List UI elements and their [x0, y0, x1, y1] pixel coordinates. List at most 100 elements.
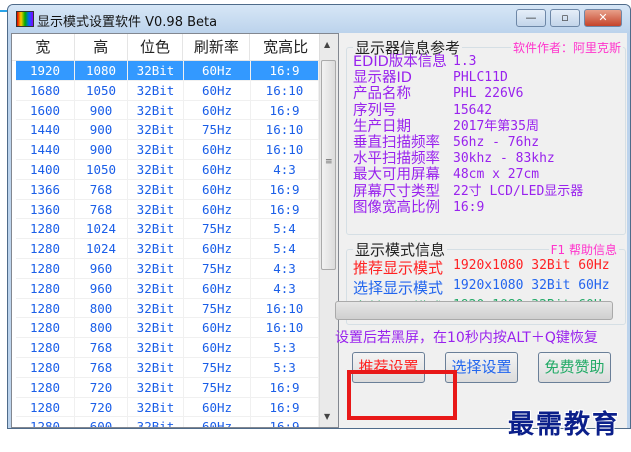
info-row: 最大可用屏幕 48cm x 27cm: [353, 167, 539, 183]
table-cell: 5:3: [251, 358, 319, 377]
table-row[interactable]: 1280 800 32Bit 75Hz 16:10: [16, 298, 320, 319]
table-cell: 60Hz: [184, 140, 251, 159]
table-cell: 16:10: [251, 140, 319, 159]
column-header[interactable]: 刷新率: [183, 34, 251, 60]
table-cell: 32Bit: [128, 259, 184, 278]
minimize-button[interactable]: —: [516, 9, 546, 27]
table-row[interactable]: 1600 900 32Bit 60Hz 16:9: [16, 100, 320, 121]
table-cell: 32Bit: [128, 377, 184, 397]
table-cell: 16:9: [251, 61, 319, 80]
table-cell: 60Hz: [184, 179, 251, 199]
column-header[interactable]: 宽: [12, 34, 75, 60]
table-cell: 1440: [16, 120, 75, 140]
table-cell: 800: [75, 298, 128, 318]
table-cell: 32Bit: [128, 318, 184, 338]
table-cell: 75Hz: [184, 377, 251, 397]
table-cell: 900: [75, 140, 128, 159]
info-label: 序列号: [353, 102, 397, 119]
table-row[interactable]: 1400 1050 32Bit 60Hz 4:3: [16, 160, 320, 180]
table-cell: 32Bit: [128, 120, 184, 140]
close-button[interactable]: ✕: [584, 9, 622, 27]
mode-list[interactable]: 宽高位色 刷新率 宽高比 1920 1080 32Bit 60Hz 16:9 1680 1050…: [11, 33, 339, 428]
info-value: 1.3: [453, 54, 477, 69]
table-cell: 32Bit: [128, 140, 184, 159]
table-row[interactable]: 1440 900 32Bit 60Hz 16:10: [16, 140, 320, 160]
table-row[interactable]: 1360 768 32Bit 60Hz 16:9: [16, 199, 320, 220]
table-cell: 1280: [16, 397, 75, 417]
table-row[interactable]: 1280 1024 32Bit 60Hz 5:4: [16, 239, 320, 259]
info-value: PHL 226V6: [453, 86, 524, 102]
table-cell: 75Hz: [184, 358, 251, 377]
table-row[interactable]: 1280 800 32Bit 60Hz 16:10: [16, 318, 320, 339]
highlight-box: [347, 370, 457, 420]
info-label: 垂直扫描频率: [353, 135, 440, 151]
table-cell: 600: [75, 417, 128, 427]
help-label[interactable]: F1 帮助信息: [548, 241, 619, 258]
table-cell: 4:3: [251, 160, 319, 179]
scrollbar[interactable]: ▲ ≡ ▼: [319, 34, 338, 427]
mode-value: 1920x1080 32Bit 60Hz: [453, 278, 610, 293]
table-cell: 1280: [16, 239, 75, 258]
table-cell: 1280: [16, 358, 75, 377]
column-header[interactable]: 位色: [128, 34, 184, 60]
column-header[interactable]: 高: [75, 34, 128, 60]
table-cell: 720: [75, 397, 128, 417]
info-label: 屏幕尺寸类型: [353, 183, 440, 200]
table-cell: 32Bit: [128, 239, 184, 258]
table-cell: 16:10: [251, 80, 319, 100]
column-header[interactable]: 宽高比: [250, 34, 322, 60]
table-cell: 1366: [16, 179, 75, 199]
info-value: 30khz - 83khz: [453, 151, 555, 167]
table-row[interactable]: 1280 768 32Bit 60Hz 5:3: [16, 338, 320, 358]
maximize-button[interactable]: ▫: [550, 9, 580, 27]
info-row: 显示器ID PHLC11D: [353, 70, 508, 86]
table-cell: 60Hz: [184, 239, 251, 258]
table-cell: 1280: [16, 338, 75, 357]
table-row[interactable]: 1680 1050 32Bit 60Hz 16:10: [16, 80, 320, 101]
info-row: 序列号 15642: [353, 102, 492, 119]
table-cell: 1600: [16, 100, 75, 120]
table-cell: 32Bit: [128, 338, 184, 357]
mode-value: 1920x1080 32Bit 60Hz: [453, 258, 610, 273]
table-row[interactable]: 1440 900 32Bit 75Hz 16:10: [16, 120, 320, 141]
table-cell: 16:9: [251, 417, 319, 427]
info-value: 48cm x 27cm: [453, 167, 540, 183]
info-label: EDID版本信息: [353, 54, 447, 70]
table-cell: 5:4: [251, 219, 319, 239]
table-cell: 32Bit: [128, 219, 184, 239]
table-row[interactable]: 1920 1080 32Bit 60Hz 16:9: [16, 61, 320, 81]
table-row[interactable]: 1280 768 32Bit 75Hz 5:3: [16, 358, 320, 378]
table-cell: 1440: [16, 140, 75, 159]
table-row[interactable]: 1280 960 32Bit 60Hz 4:3: [16, 278, 320, 299]
table-cell: 32Bit: [128, 80, 184, 100]
table-cell: 4:3: [251, 278, 319, 298]
scroll-up-icon[interactable]: ▲: [324, 40, 330, 49]
table-row[interactable]: 1280 600 32Bit 60Hz 16:9: [16, 417, 320, 427]
table-row[interactable]: 1280 1024 32Bit 75Hz 5:4: [16, 219, 320, 240]
grip-icon: ≡: [325, 157, 333, 167]
table-cell: 75Hz: [184, 298, 251, 318]
info-value: 56hz - 76hz: [453, 135, 540, 150]
info-label: 图像宽高比例: [353, 199, 440, 216]
table-cell: 60Hz: [184, 397, 251, 417]
info-row: 图像宽高比例 16:9: [353, 199, 484, 216]
scroll-down-icon[interactable]: ▼: [324, 412, 330, 421]
table-cell: 1280: [16, 298, 75, 318]
donate-button[interactable]: 免费赞助: [538, 352, 611, 383]
scroll-thumb[interactable]: ≡: [321, 60, 336, 270]
table-cell: 960: [75, 278, 128, 298]
table-cell: 32Bit: [128, 397, 184, 417]
table-cell: 16:10: [251, 318, 319, 338]
table-cell: 768: [75, 179, 128, 199]
watermark: 最需教育: [508, 410, 621, 440]
table-cell: 16:9: [251, 100, 319, 120]
table-row[interactable]: 1366 768 32Bit 60Hz 16:9: [16, 179, 320, 200]
table-cell: 16:10: [251, 298, 319, 318]
table-row[interactable]: 1280 720 32Bit 60Hz 16:9: [16, 397, 320, 418]
table-cell: 1280: [16, 377, 75, 397]
table-row[interactable]: 1280 960 32Bit 75Hz 4:3: [16, 259, 320, 279]
info-label: 水平扫描频率: [353, 151, 440, 168]
table-cell: 16:9: [251, 179, 319, 199]
table-row[interactable]: 1280 720 32Bit 75Hz 16:9: [16, 377, 320, 398]
info-row: 垂直扫描频率 56hz - 76hz: [353, 135, 539, 151]
